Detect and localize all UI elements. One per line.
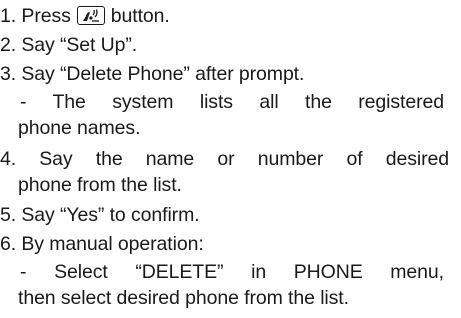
step-1-text-before: Press [21,5,71,27]
voice-talk-icon [76,5,105,25]
step-2: 2. Say “Set Up”. [0,34,138,56]
step-6: 6. By manual operation: [0,233,204,255]
step-4-line-1: 4. Say the name or number of desired [0,148,449,170]
step-3-sub-line-2: phone names. [18,117,141,139]
step-6-sub-line-2: then select desired phone from the list. [18,287,349,309]
step-1-text-after: button. [110,5,170,27]
step-4-line-2: phone from the list. [18,174,182,196]
step-5: 5. Say “Yes” to confirm. [0,204,200,226]
step-6-sub-line-1: - Select “DELETE” in PHONE menu, [20,261,444,283]
step-1: 1. Press button. [0,3,170,29]
step-3-sub-line-1: - The system lists all the registered [20,91,444,113]
step-3: 3. Say “Delete Phone” after prompt. [0,63,305,85]
step-1-number: 1. [0,5,17,27]
